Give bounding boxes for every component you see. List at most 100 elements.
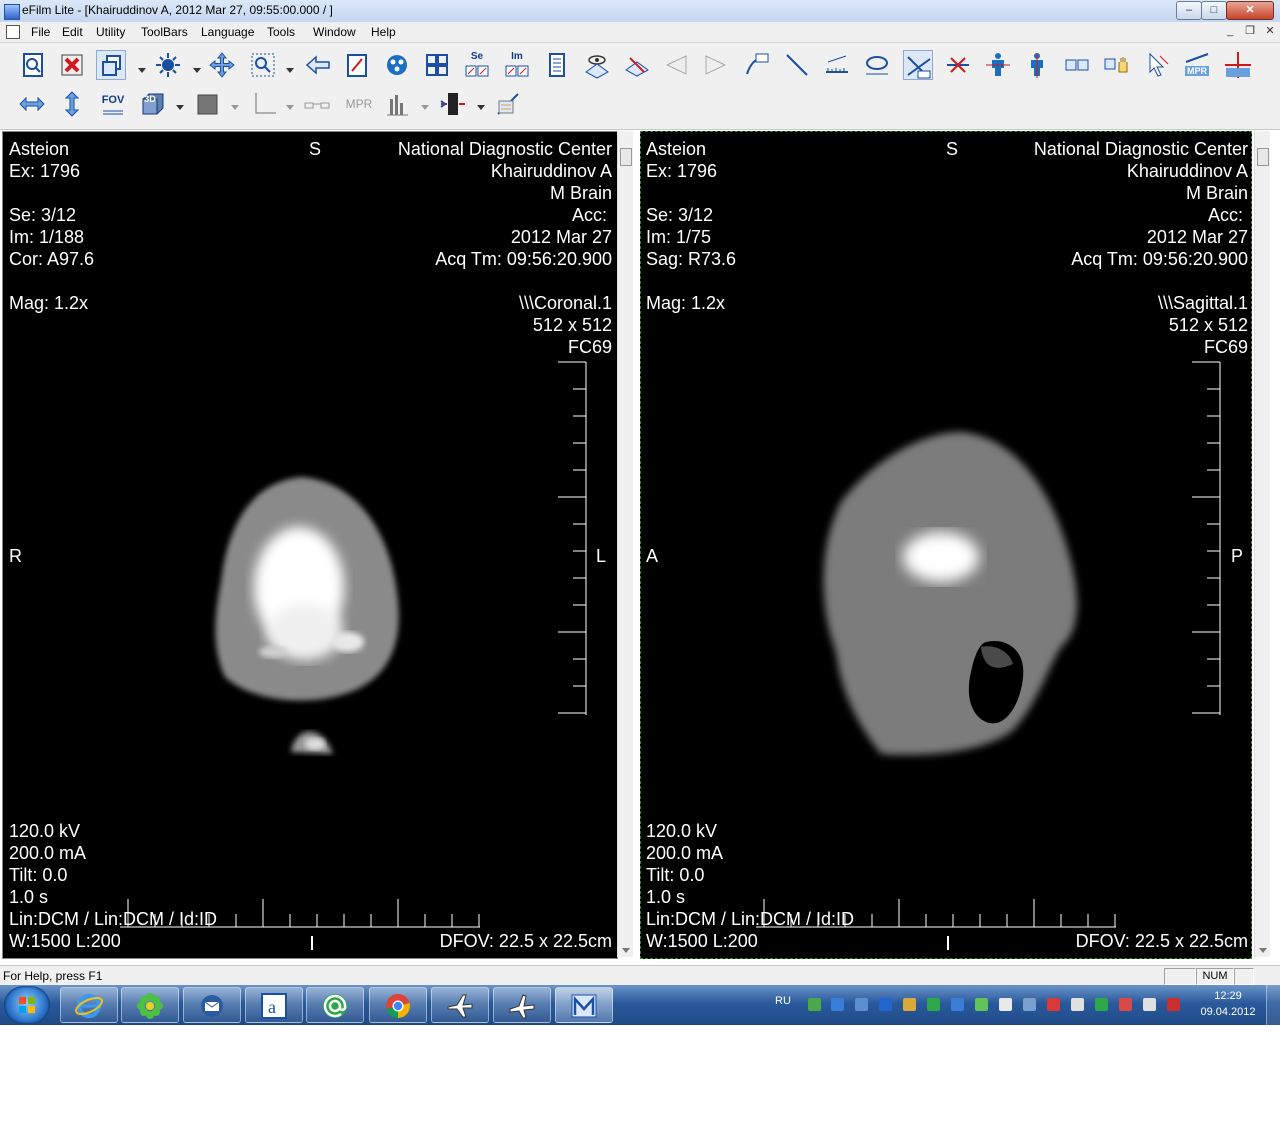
pan-icon[interactable]	[207, 50, 237, 80]
series-link-icon[interactable]: Se	[462, 50, 492, 80]
tray-icon-7[interactable]	[951, 998, 964, 1011]
flip-icon[interactable]	[1062, 50, 1092, 80]
axis-icon[interactable]	[248, 89, 278, 119]
close-window-button[interactable]: ✕	[1226, 1, 1274, 20]
mdi-restore-button[interactable]: ❐	[1242, 25, 1258, 39]
tray-icon-6[interactable]	[927, 998, 940, 1011]
mpr-cross-icon[interactable]	[1223, 50, 1253, 80]
eye-view-icon[interactable]	[582, 50, 612, 80]
tray-icon-8[interactable]	[975, 998, 988, 1011]
histogram-dropdown-icon[interactable]	[421, 105, 429, 110]
minimize-button[interactable]: –	[1176, 1, 1202, 20]
tray-icon-4[interactable]	[879, 998, 892, 1011]
menu-edit[interactable]: Edit	[62, 25, 83, 39]
menu-file[interactable]: File	[31, 25, 50, 39]
scroll-down-icon[interactable]	[1259, 948, 1267, 953]
close-study-icon[interactable]	[57, 50, 87, 80]
horizontal-flip-icon[interactable]	[17, 89, 47, 119]
menu-toolbars[interactable]: ToolBars	[141, 25, 188, 39]
airplane-alt-icon[interactable]	[493, 987, 551, 1023]
tray-icon-2[interactable]	[831, 998, 844, 1011]
hand-icon[interactable]	[1102, 50, 1132, 80]
tray-icon-5[interactable]	[903, 998, 916, 1011]
person-front-icon[interactable]	[983, 50, 1013, 80]
mpr-text-button[interactable]: MPR	[342, 89, 376, 119]
tray-icon-10[interactable]	[1023, 998, 1036, 1011]
scroll-down-icon[interactable]	[622, 948, 630, 953]
image-link-icon[interactable]: Im	[502, 50, 532, 80]
scrollbar-thumb[interactable]	[620, 148, 632, 166]
prev-slice-icon[interactable]	[662, 50, 692, 80]
vertical-flip-icon[interactable]	[57, 89, 87, 119]
menu-help[interactable]: Help	[371, 25, 396, 39]
delete-annotation-icon[interactable]	[943, 50, 973, 80]
cine-icon[interactable]	[382, 50, 412, 80]
person-back-icon[interactable]	[1022, 50, 1052, 80]
viewport-sagittal[interactable]: Asteion Ex: 1796 Se: 3/12 Im: 1/75 Sag: …	[640, 131, 1252, 959]
mail-agent-icon[interactable]	[306, 987, 364, 1023]
language-indicator[interactable]: RU	[775, 995, 791, 1007]
volume-muted-icon[interactable]	[1167, 998, 1180, 1011]
clock-time[interactable]: 12:29	[1200, 990, 1256, 1002]
tray-icon-3[interactable]	[855, 998, 868, 1011]
mpr-icon[interactable]: MPR	[1182, 50, 1212, 80]
measure-35-icon[interactable]	[742, 50, 772, 80]
window-level-icon[interactable]	[153, 50, 183, 80]
menu-utility[interactable]: Utility	[96, 25, 125, 39]
bone-reconstruct-icon[interactable]	[493, 89, 523, 119]
threed-dropdown-icon[interactable]	[176, 105, 184, 110]
box-dropdown-icon[interactable]	[231, 105, 239, 110]
airplane-icon[interactable]	[431, 987, 489, 1023]
tray-icon-15[interactable]	[1143, 998, 1156, 1011]
glasses-icon[interactable]	[302, 89, 332, 119]
scrollbar-right-viewport[interactable]	[1254, 131, 1270, 957]
thunderbird-icon[interactable]	[183, 987, 241, 1023]
mdi-minimize-button[interactable]: _	[1222, 25, 1238, 39]
tray-icon-11[interactable]	[1047, 998, 1060, 1011]
ruler-icon[interactable]	[822, 50, 852, 80]
back-arrow-icon[interactable]	[303, 50, 333, 80]
edit-icon[interactable]	[342, 50, 372, 80]
tray-icon-1[interactable]	[808, 998, 821, 1011]
clock-date[interactable]: 09.04.2012	[1196, 1006, 1260, 1018]
window-level-dropdown-icon[interactable]	[193, 68, 201, 73]
menu-language[interactable]: Language	[201, 25, 254, 39]
copy-icon[interactable]	[96, 50, 126, 80]
fov-icon[interactable]: FOV	[98, 89, 128, 119]
viewport-coronal[interactable]: Asteion Ex: 1796 Se: 3/12 Im: 1/188 Cor:…	[2, 131, 618, 959]
line-icon[interactable]	[782, 50, 812, 80]
tray-icon-12[interactable]	[1071, 998, 1084, 1011]
maximize-button[interactable]: □	[1201, 1, 1227, 20]
filled-box-icon[interactable]	[193, 89, 223, 119]
angle-icon[interactable]	[903, 50, 933, 80]
show-desktop-button[interactable]	[1266, 985, 1280, 1025]
document-icon[interactable]	[6, 25, 20, 39]
menu-window[interactable]: Window	[313, 25, 356, 39]
icq-icon[interactable]	[121, 987, 179, 1023]
film-transfer-icon[interactable]	[438, 89, 468, 119]
copy-dropdown-icon[interactable]	[138, 68, 146, 73]
tray-icon-14[interactable]	[1119, 998, 1132, 1011]
mdi-close-button[interactable]: ✕	[1262, 25, 1278, 39]
text-editor-icon[interactable]: a	[245, 987, 303, 1023]
internet-explorer-icon[interactable]	[60, 987, 118, 1023]
start-button[interactable]	[4, 986, 50, 1024]
histogram-icon[interactable]	[382, 89, 412, 119]
scrollbar-left-viewport[interactable]	[617, 131, 633, 957]
menu-tools[interactable]: Tools	[267, 25, 295, 39]
film-dropdown-icon[interactable]	[477, 105, 485, 110]
zoom-page-icon[interactable]	[18, 50, 48, 80]
scan-icon[interactable]	[622, 50, 652, 80]
axis-dropdown-icon[interactable]	[286, 105, 294, 110]
tray-icon-9[interactable]	[999, 998, 1012, 1011]
layout-grid-icon[interactable]	[422, 50, 452, 80]
zoom-icon[interactable]	[248, 50, 278, 80]
ellipse-roi-icon[interactable]	[862, 50, 892, 80]
efilm-icon[interactable]	[555, 987, 613, 1023]
next-slice-icon[interactable]	[700, 50, 730, 80]
chrome-icon[interactable]	[369, 987, 427, 1023]
report-icon[interactable]	[542, 50, 572, 80]
zoom-dropdown-icon[interactable]	[286, 68, 294, 73]
cursor-icon[interactable]	[1142, 50, 1172, 80]
tray-icon-13[interactable]	[1095, 998, 1108, 1011]
